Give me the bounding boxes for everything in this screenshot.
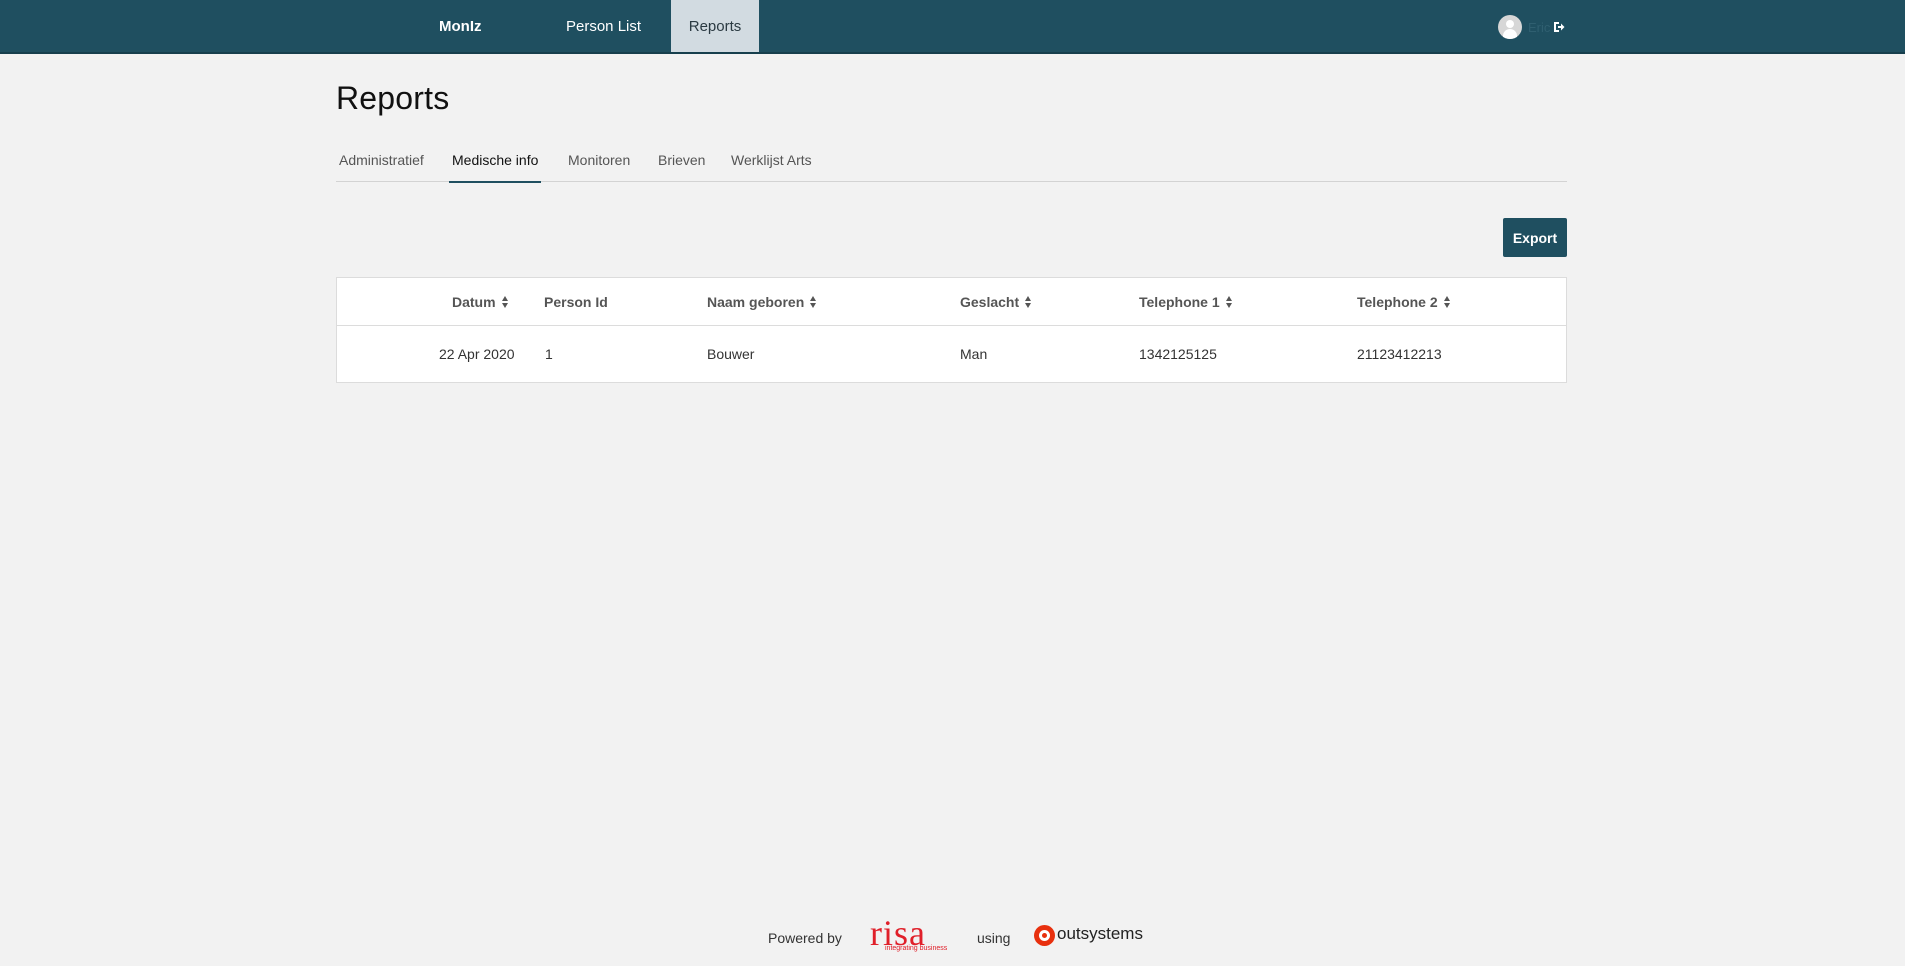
app-brand[interactable]: MonIz [439,0,482,54]
export-button[interactable]: Export [1503,218,1567,257]
tab-medische-info[interactable]: Medische info [449,150,542,183]
column-header-label: Geslacht [960,294,1020,310]
footer: Powered by risa integrating business usi… [0,913,1905,958]
page-title: Reports [336,80,450,116]
column-header-geslacht[interactable]: Geslacht [960,278,1032,326]
sort-icon[interactable] [810,296,817,309]
report-tabs: Administratief Medische info Monitoren B… [336,150,1567,183]
column-header-telephone-2[interactable]: Telephone 2 [1357,278,1451,326]
sort-icon[interactable] [1225,296,1233,309]
cell-naam-geboren: Bouwer [707,346,755,362]
column-header-label: Telephone 2 [1357,294,1438,310]
sort-icon[interactable] [501,296,509,309]
table-header: Datum Person Id Naam geboren Geslacht Te… [337,278,1566,326]
outsystems-icon [1034,925,1055,946]
column-header-telephone-1[interactable]: Telephone 1 [1139,278,1233,326]
user-name[interactable]: Eric [1528,20,1550,35]
table-row: 22 Apr 2020 1 Bouwer Man 1342125125 2112… [337,326,1566,383]
column-header-naam-geboren[interactable]: Naam geboren [707,278,817,326]
column-header-datum[interactable]: Datum [452,278,509,326]
tab-werklijst-arts[interactable]: Werklijst Arts [728,150,815,182]
column-header-label: Telephone 1 [1139,294,1220,310]
outsystems-logo-text[interactable]: outsystems [1057,924,1143,944]
cell-telephone-2: 21123412213 [1357,346,1442,362]
nav-item-person-list[interactable]: Person List [545,0,662,52]
report-table: Datum Person Id Naam geboren Geslacht Te… [336,277,1567,383]
tab-brieven[interactable]: Brieven [655,150,708,182]
sort-icon[interactable] [1443,296,1451,309]
using-text: using [977,930,1011,946]
tab-monitoren[interactable]: Monitoren [565,150,633,182]
top-navigation-bar: MonIz Person List Reports Eric [0,0,1905,54]
column-header-label: Person Id [544,294,608,310]
column-header-label: Naam geboren [707,294,805,310]
cell-telephone-1: 1342125125 [1139,346,1217,362]
nav-item-reports[interactable]: Reports [671,0,759,52]
column-header-person-id: Person Id [544,278,608,326]
risa-logo[interactable]: risa integrating business [870,913,952,954]
risa-logo-tagline: integrating business [885,945,948,952]
cell-person-id: 1 [545,346,553,362]
user-menu[interactable]: Eric [1498,15,1565,39]
logout-icon[interactable] [1553,21,1565,33]
column-header-label: Datum [452,294,496,310]
avatar-icon[interactable] [1498,15,1522,39]
cell-geslacht: Man [960,346,988,362]
cell-datum: 22 Apr 2020 [439,346,515,362]
powered-by-text: Powered by [768,930,842,946]
sort-icon[interactable] [1025,296,1032,309]
tab-administratief[interactable]: Administratief [336,150,427,182]
